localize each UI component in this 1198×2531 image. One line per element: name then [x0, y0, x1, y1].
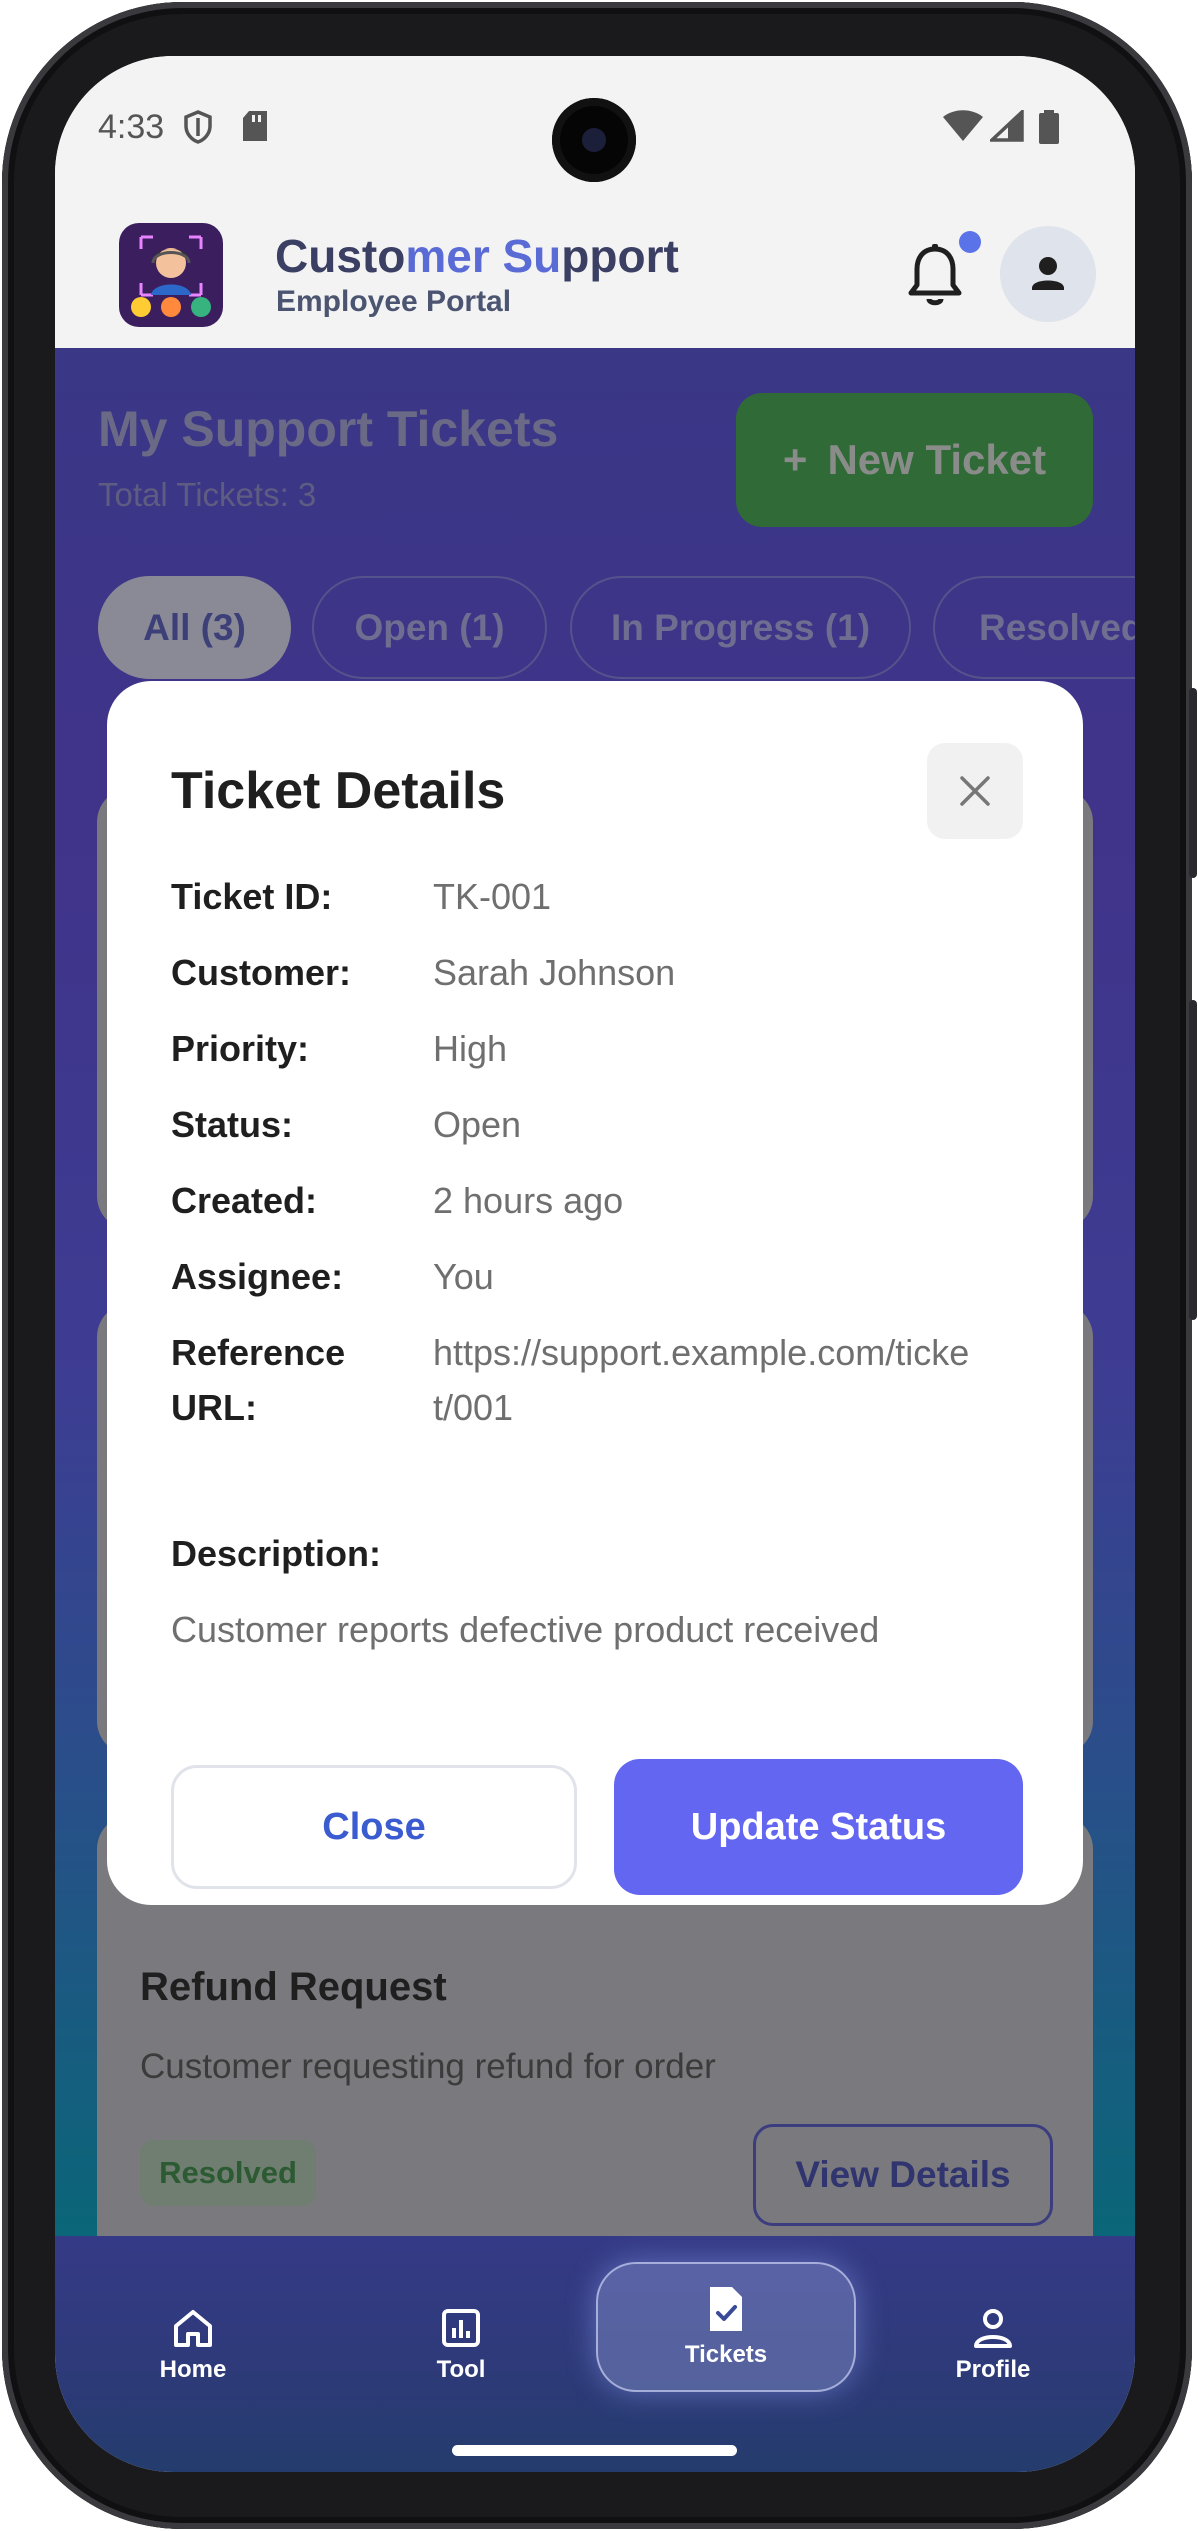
- detail-row-reference-url: Reference URL: https://support.example.c…: [171, 1325, 1051, 1445]
- description-heading: Description:: [171, 1533, 382, 1574]
- close-button[interactable]: Close: [171, 1765, 577, 1889]
- update-status-button[interactable]: Update Status: [614, 1759, 1023, 1895]
- modal-close-button[interactable]: [927, 743, 1023, 839]
- close-icon: [960, 776, 990, 806]
- description-text: Customer reports defective product recei…: [171, 1609, 880, 1650]
- reference-url-link[interactable]: https://support.example.com/ticket/001: [433, 1325, 973, 1435]
- modal-title: Ticket Details: [171, 762, 506, 820]
- volume-button: [1189, 688, 1197, 878]
- power-button: [1189, 1000, 1197, 1320]
- screen: 4:33 Customer Support Employee Portal My…: [55, 56, 1135, 2472]
- ticket-details-modal: Ticket Details Ticket ID: TK-001 Custome…: [107, 681, 1083, 1905]
